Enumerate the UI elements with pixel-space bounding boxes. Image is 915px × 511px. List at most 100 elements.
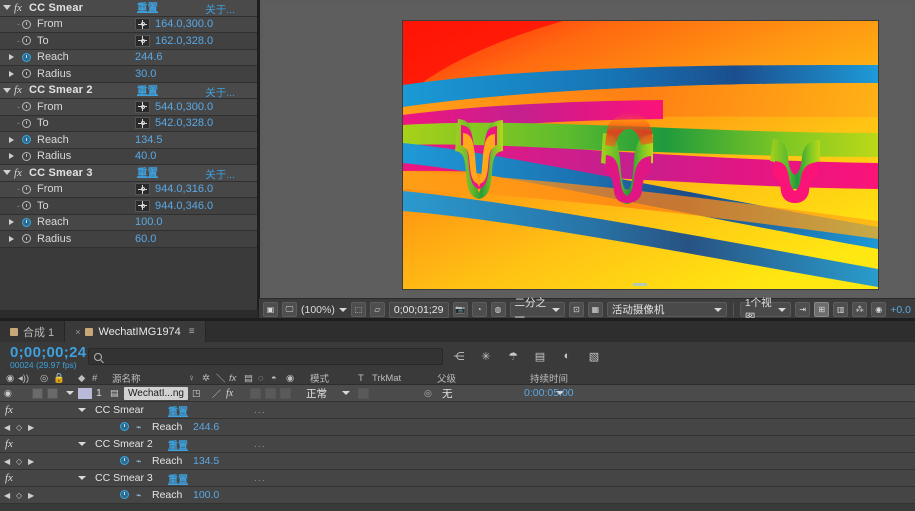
rgb-channel-icon[interactable]: ◍ — [490, 302, 506, 317]
property-value[interactable]: 542.0,328.0 — [155, 117, 213, 129]
layer-trkmat-box[interactable] — [358, 387, 369, 399]
point-control-icon[interactable] — [135, 199, 150, 212]
comp-flowchart-icon[interactable]: ⁂ — [852, 302, 868, 317]
property-twirl-icon[interactable] — [0, 54, 22, 61]
current-time-display[interactable]: 0;00;00;24 00024 (29.97 fps) — [0, 345, 86, 370]
frame-blending-icon[interactable]: ▤ — [533, 349, 547, 363]
source-name-header[interactable]: 源名称 — [112, 371, 141, 385]
stopwatch-icon[interactable] — [22, 19, 31, 29]
stopwatch-icon[interactable] — [22, 184, 31, 194]
stopwatch-icon[interactable] — [22, 36, 31, 46]
timeline-effect-row[interactable]: fx CC Smear 重置... — [0, 402, 915, 419]
effect-property-row[interactable]: - To 944.0,346.0 — [0, 198, 257, 215]
prev-keyframe-icon[interactable]: ◀ — [4, 423, 10, 432]
effect-twirl-icon[interactable] — [0, 170, 14, 176]
shy-switch-icon[interactable]: ♀ — [188, 373, 195, 384]
stopwatch-icon[interactable] — [22, 151, 31, 161]
next-keyframe-icon[interactable]: ▶ — [28, 457, 34, 466]
toggle-mask-icon[interactable]: ⊡ — [568, 302, 584, 317]
effect-reset-button[interactable]: 重置 — [137, 0, 158, 15]
layer-row[interactable]: ◉ 1 ▤ WechatI...ng ◳ ／ fx 正常 ◎ 无 0:00:05:00 — [0, 385, 915, 402]
property-value[interactable]: 40.0 — [135, 150, 156, 162]
graph-editor-toggle-icon[interactable]: ⌁ — [136, 422, 141, 433]
exposure-value[interactable]: +0.0 — [890, 304, 911, 316]
timeline-tab-1[interactable]: 合成 1 — [0, 321, 66, 342]
layer-expand-caret[interactable] — [66, 391, 74, 395]
property-twirl-icon[interactable] — [0, 235, 22, 242]
zoom-level-value[interactable]: (100%) — [301, 304, 335, 316]
property-stopwatch-icon[interactable] — [120, 490, 129, 499]
stopwatch-icon[interactable] — [22, 234, 31, 244]
tab-close-icon[interactable]: × — [75, 327, 80, 337]
mode-header[interactable]: 模式 — [310, 371, 329, 385]
region-of-interest-icon[interactable]: ⬚ — [350, 302, 366, 317]
prev-keyframe-icon[interactable]: ◀ — [4, 491, 10, 500]
timeline-property-value[interactable]: 244.6 — [193, 421, 219, 433]
views-dropdown[interactable]: 1个视图 — [739, 297, 792, 324]
layer-motionblur-box[interactable] — [265, 387, 276, 399]
hide-shy-layers-icon[interactable]: ☂ — [506, 349, 520, 363]
layer-fx-icon[interactable]: fx — [226, 388, 233, 399]
timeline-effect-row[interactable]: fx CC Smear 3 重置... — [0, 470, 915, 487]
add-keyframe-icon[interactable]: ◇ — [16, 491, 22, 500]
next-keyframe-icon[interactable]: ▶ — [28, 423, 34, 432]
frame-blend-switch-icon[interactable]: ▤ — [244, 373, 253, 384]
stopwatch-icon[interactable] — [22, 201, 31, 211]
effect-about-button[interactable]: 关于... — [205, 85, 235, 100]
label-column-icon[interactable]: ◆ — [78, 373, 85, 384]
add-keyframe-icon[interactable]: ◇ — [16, 423, 22, 432]
effect-property-row[interactable]: - From 544.0,300.0 — [0, 99, 257, 116]
timeline-property-row[interactable]: ◀ ◇ ▶ ⌁ Reach 244.6 — [0, 419, 915, 436]
layer-video-toggle[interactable]: ◉ — [4, 388, 12, 399]
draft-3d-icon[interactable]: ✳ — [479, 349, 493, 363]
prev-keyframe-icon[interactable]: ◀ — [4, 457, 10, 466]
property-twirl-icon[interactable] — [0, 70, 22, 77]
effect-header-1[interactable]: fx CC Smear 重置 关于... — [0, 0, 257, 17]
effect-property-row[interactable]: Reach 134.5 — [0, 132, 257, 149]
effect-property-row[interactable]: Radius 30.0 — [0, 66, 257, 83]
stopwatch-icon[interactable] — [22, 69, 31, 79]
layer-quality-icon[interactable]: ／ — [212, 387, 221, 400]
property-value[interactable]: 100.0 — [135, 216, 163, 228]
always-preview-icon[interactable]: ▣ — [263, 302, 278, 317]
property-value[interactable]: 162.0,328.0 — [155, 35, 213, 47]
stopwatch-icon[interactable] — [22, 102, 31, 112]
exposure-reset-icon[interactable]: ◉ — [871, 302, 887, 317]
motion-blur-switch-icon[interactable]: ◌ — [258, 373, 264, 384]
camera-dropdown[interactable]: 活动摄像机 — [606, 302, 727, 317]
zoom-dropdown-caret[interactable] — [338, 307, 347, 312]
property-value[interactable]: 944.0,346.0 — [155, 200, 213, 212]
effect-property-row[interactable]: Reach 100.0 — [0, 214, 257, 231]
effect-property-row[interactable]: - From 944.0,316.0 — [0, 181, 257, 198]
timeline-effect-reset[interactable]: 重置 — [168, 403, 188, 418]
layer-mode[interactable]: 正常 — [306, 386, 327, 401]
point-control-icon[interactable] — [135, 18, 150, 31]
adjustment-switch-icon[interactable]: ◓ — [271, 373, 277, 384]
effect-property-row[interactable]: - To 542.0,328.0 — [0, 115, 257, 132]
effect-twirl-caret[interactable] — [78, 442, 86, 446]
next-keyframe-icon[interactable]: ▶ — [28, 491, 34, 500]
effect-about-button[interactable]: 关于... — [205, 167, 235, 182]
property-twirl-icon[interactable] — [0, 219, 22, 226]
layer-collapse-icon[interactable]: ◳ — [192, 388, 201, 399]
effect-twirl-icon[interactable] — [0, 5, 14, 11]
layer-name[interactable]: WechatI...ng — [124, 386, 188, 400]
stopwatch-icon[interactable] — [22, 118, 31, 128]
snapshot-icon[interactable]: 📷 — [452, 302, 468, 317]
effect-header-2[interactable]: fx CC Smear 2 重置 关于... — [0, 82, 257, 100]
trkmat-header[interactable]: TrkMat — [372, 373, 401, 384]
effect-property-row[interactable]: - To 162.0,328.0 — [0, 33, 257, 50]
stopwatch-icon[interactable] — [22, 217, 31, 227]
layer-mode-caret[interactable] — [342, 391, 350, 395]
timeline-property-value[interactable]: 134.5 — [193, 455, 219, 467]
property-stopwatch-icon[interactable] — [120, 422, 129, 431]
show-snapshot-icon[interactable]: ◔ — [471, 302, 487, 317]
property-value[interactable]: 60.0 — [135, 233, 156, 245]
effect-twirl-icon[interactable] — [0, 87, 14, 93]
timeline-link-icon[interactable]: ⇥ — [795, 302, 811, 317]
layer-3d-box[interactable] — [280, 387, 291, 399]
panel-divider-horizontal[interactable] — [0, 318, 915, 320]
resolution-dropdown[interactable]: 二分之一 — [509, 297, 565, 324]
layer-lock-box[interactable] — [47, 387, 58, 399]
property-value[interactable]: 134.5 — [135, 134, 163, 146]
